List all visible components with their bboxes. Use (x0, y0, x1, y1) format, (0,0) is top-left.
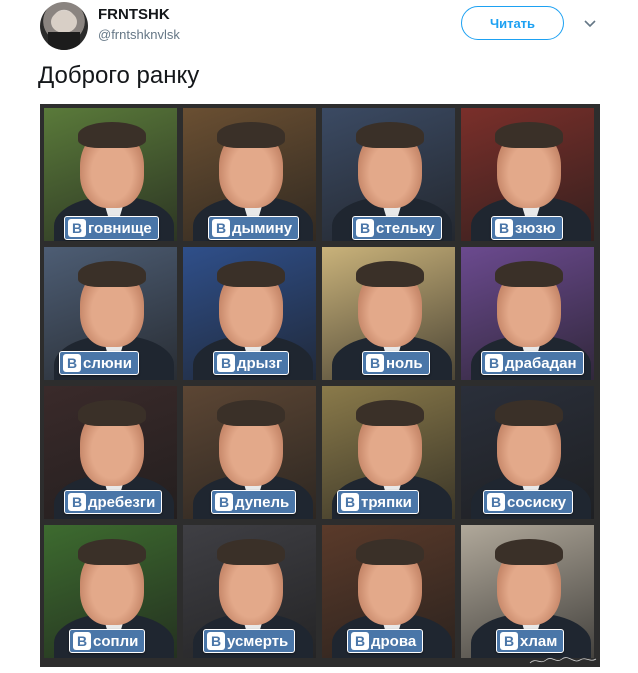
badge-label: зюзю (515, 219, 556, 237)
vk-badge: Всосиску (483, 490, 574, 514)
vk-badge: Вдрова (347, 629, 424, 653)
badge-label: усмерть (227, 632, 289, 650)
hair-shape (217, 261, 285, 287)
tweet-text: Доброго ранку (38, 62, 200, 89)
vk-badge: Вдрызг (213, 351, 290, 375)
profile-photo-icon (48, 11, 80, 50)
vk-letter-icon: В (487, 493, 505, 511)
hair-shape (495, 122, 563, 148)
vk-badge: Вдребезги (64, 490, 163, 514)
signature-watermark (529, 657, 597, 664)
display-name[interactable]: FRNTSHK (98, 6, 170, 23)
meme-tile: Вноль (322, 247, 455, 380)
badge-label: драбадан (505, 354, 577, 372)
meme-tile: Вдымину (183, 108, 316, 241)
vk-badge: Вслюни (59, 351, 139, 375)
meme-tile: Взюзю (461, 108, 594, 241)
user-handle[interactable]: @frntshknvlsk (98, 27, 180, 42)
tweet-image[interactable]: Вговнище Вдымину Встельку Взюзю Вслюни Вдрызг… (40, 104, 600, 667)
vk-badge: Всопли (69, 629, 146, 653)
hair-shape (495, 539, 563, 565)
badge-label: говнище (88, 219, 152, 237)
meme-tile: Всосиску (461, 386, 594, 519)
badge-label: хлам (520, 632, 558, 650)
meme-tile: Всопли (44, 525, 177, 658)
vk-letter-icon: В (351, 632, 369, 650)
vk-badge: Вдрабадан (481, 351, 584, 375)
meme-tile: Вдупель (183, 386, 316, 519)
vk-letter-icon: В (356, 219, 374, 237)
badge-label: дымину (232, 219, 293, 237)
follow-button[interactable]: Читать (461, 6, 564, 40)
vk-letter-icon: В (366, 354, 384, 372)
vk-badge: Вноль (362, 351, 430, 375)
vk-badge: Встельку (352, 216, 442, 240)
vk-letter-icon: В (341, 493, 359, 511)
vk-badge: Вдымину (208, 216, 300, 240)
vk-letter-icon: В (68, 219, 86, 237)
badge-label: ноль (386, 354, 423, 372)
vk-badge: Вдупель (211, 490, 297, 514)
meme-tile: Вдрызг (183, 247, 316, 380)
badge-label: дрова (371, 632, 417, 650)
vk-badge: Втряпки (337, 490, 419, 514)
vk-letter-icon: В (217, 354, 235, 372)
meme-tile: Встельку (322, 108, 455, 241)
hair-shape (356, 539, 424, 565)
watermark (528, 656, 598, 668)
vk-badge: Вговнище (64, 216, 159, 240)
more-menu-button[interactable] (580, 14, 600, 34)
hair-shape (217, 400, 285, 426)
meme-tile: Вдрова (322, 525, 455, 658)
vk-letter-icon: В (495, 219, 513, 237)
vk-letter-icon: В (73, 632, 91, 650)
vk-badge: Взюзю (491, 216, 563, 240)
meme-tile: Вхлам (461, 525, 594, 658)
vk-letter-icon: В (500, 632, 518, 650)
hair-shape (78, 122, 146, 148)
hair-shape (217, 122, 285, 148)
meme-tile: Вслюни (44, 247, 177, 380)
meme-tile: Втряпки (322, 386, 455, 519)
hair-shape (356, 122, 424, 148)
badge-label: дупель (235, 493, 290, 511)
meme-tile: Вдрабадан (461, 247, 594, 380)
vk-badge: Вусмерть (203, 629, 296, 653)
badge-label: дребезги (88, 493, 156, 511)
vk-letter-icon: В (68, 493, 86, 511)
badge-label: тряпки (361, 493, 412, 511)
badge-label: дрызг (237, 354, 283, 372)
hair-shape (78, 400, 146, 426)
avatar[interactable] (40, 2, 88, 50)
meme-tile: Вговнище (44, 108, 177, 241)
hair-shape (356, 261, 424, 287)
badge-label: сопли (93, 632, 139, 650)
meme-tile: Вдребезги (44, 386, 177, 519)
vk-badge: Вхлам (496, 629, 565, 653)
vk-letter-icon: В (63, 354, 81, 372)
meme-tile: Вусмерть (183, 525, 316, 658)
hair-shape (78, 539, 146, 565)
hair-shape (78, 261, 146, 287)
vk-letter-icon: В (485, 354, 503, 372)
badge-label: сосиску (507, 493, 567, 511)
hair-shape (217, 539, 285, 565)
badge-label: слюни (83, 354, 132, 372)
vk-letter-icon: В (212, 219, 230, 237)
vk-letter-icon: В (207, 632, 225, 650)
hair-shape (495, 261, 563, 287)
hair-shape (356, 400, 424, 426)
vk-letter-icon: В (215, 493, 233, 511)
badge-label: стельку (376, 219, 435, 237)
chevron-down-icon (584, 20, 596, 28)
hair-shape (495, 400, 563, 426)
